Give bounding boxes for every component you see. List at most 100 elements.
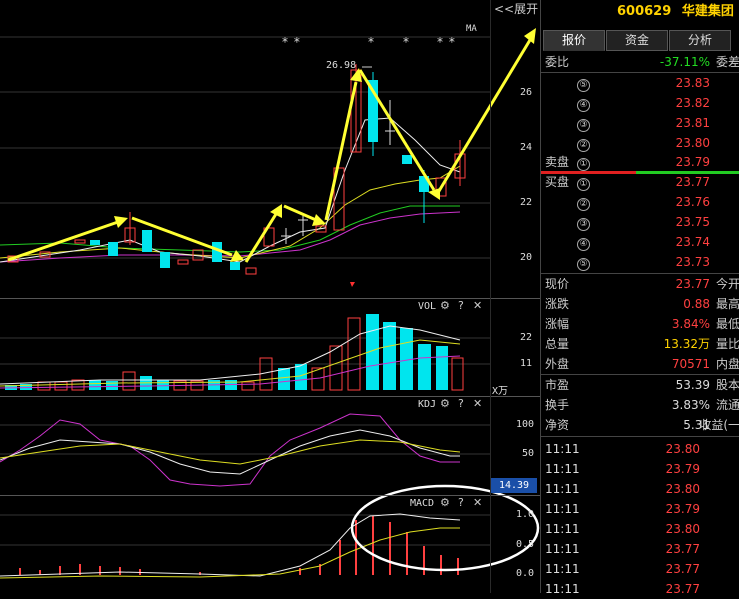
vol-axis-label: 11 [520,358,533,369]
bid-row[interactable]: ④ 23.74 [541,232,739,252]
weibi-label: 委比 [545,55,570,69]
fund-value: 53.39 [675,378,710,392]
weicha-label: 委差 [715,55,739,69]
tick-price: 23.79 [665,462,700,476]
level-3-icon: ③ [577,119,590,132]
bid-row[interactable]: ③ 23.75 [541,212,739,232]
ask-price: 23.83 [675,76,710,90]
level-1-icon: ① [577,158,590,171]
fund-label: 换手 [545,398,570,412]
marker-triangle [350,282,355,287]
candles [7,64,466,275]
gear-icon[interactable]: ⚙ [440,299,450,312]
quote-value: 13.32万 [663,337,710,351]
quote-label: 涨跌 [545,297,570,311]
arrow-line [7,220,119,262]
quote-panel: 600629 华建集团 报价 资金 分析 委比 -37.11% 委差 ⑤ 23.… [540,0,739,596]
fund-label2: 股本 [715,378,739,392]
quote-value: 70571 [671,357,710,371]
tick-row: 11:11 23.77 [541,559,739,579]
y-axis-divider [490,0,491,593]
macd-panel-label: MACD [410,498,435,509]
candle-down [142,230,152,252]
volume-bar [122,371,136,391]
vol-unit-label: X万 [492,386,509,397]
tick-time: 11:11 [545,562,580,576]
help-icon[interactable]: ? [458,299,464,312]
candle-down [108,242,118,256]
quote-row: 现价 23.77 今开 [541,274,739,294]
quote-row: 涨跌 0.88 最高 [541,294,739,314]
volume-bar [106,381,118,390]
quote-label2: 最低 [715,317,739,331]
quote-label2: 最高 [715,297,739,311]
candle-down [160,252,170,268]
gear-icon[interactable]: ⚙ [440,496,450,509]
tick-time: 11:11 [545,482,580,496]
kdj-axis-label: 100 [516,419,535,430]
ask-row[interactable]: ③ 23.81 [541,113,739,133]
quote-row: 涨幅 3.84% 最低 [541,314,739,334]
bid-row[interactable]: ② 23.76 [541,192,739,212]
bid-row[interactable]: 买盘 ① 23.77 [541,172,739,192]
volume-bar [329,345,343,391]
level-5-icon: ⑤ [577,79,590,92]
volume-bar [451,357,464,391]
star-marker: * * [437,35,456,49]
candle-down [230,262,240,270]
tab-analysis[interactable]: 分析 [669,30,731,51]
volume-bar [295,364,307,390]
close-icon[interactable]: ✕ [473,397,482,410]
tab-funds[interactable]: 资金 [606,30,668,51]
level-3-icon: ③ [577,218,590,231]
ask-price: 23.79 [675,155,710,169]
ask-row[interactable]: 卖盘 ① 23.79 [541,152,739,172]
quote-label: 总量 [545,337,570,351]
help-icon[interactable]: ? [458,496,464,509]
tab-bar: 报价 资金 分析 [543,30,732,51]
tick-price: 23.77 [665,542,700,556]
expand-button[interactable]: <<展开 [494,0,538,17]
ask-row[interactable]: ② 23.80 [541,133,739,153]
quote-value: 0.88 [683,297,710,311]
quote-label2: 量比 [715,337,739,351]
tick-time: 11:11 [545,462,580,476]
candle-up [177,259,189,265]
bid-price: 23.73 [675,255,710,269]
y-axis-label: 22 [520,197,533,208]
candle-up [74,239,86,244]
fund-label: 净资 [545,418,570,432]
bid-price: 23.76 [675,195,710,209]
volume-bar [278,368,290,390]
tick-price: 23.79 [665,502,700,516]
stock-header: 600629 华建集团 [541,0,739,24]
arrow-line [244,213,278,263]
close-icon[interactable]: ✕ [473,496,482,509]
bid-row[interactable]: ⑤ 23.73 [541,252,739,272]
level-2-icon: ② [577,198,590,211]
ask-price: 23.80 [675,136,710,150]
star-marker: * [368,35,375,49]
ma-label: MA [466,24,477,34]
ask-row[interactable]: ④ 23.82 [541,93,739,113]
tick-price: 23.80 [665,442,700,456]
ask-row[interactable]: ⑤ 23.83 [541,73,739,93]
bid-price: 23.75 [675,215,710,229]
vol-panel-label: VOL [418,301,437,312]
tick-time: 11:11 [545,442,580,456]
tick-time: 11:11 [545,542,580,556]
close-icon[interactable]: ✕ [473,299,482,312]
help-icon[interactable]: ? [458,397,464,410]
kdj-panel-label: KDJ [418,399,437,410]
kdj-axis-label: 50 [522,448,535,459]
sell-label: 卖盘 [545,155,570,169]
tick-time: 11:11 [545,582,580,596]
gear-icon[interactable]: ⚙ [440,397,450,410]
stock-name: 华建集团 [681,4,734,19]
bid-price: 23.74 [675,235,710,249]
arrow-line [283,204,317,222]
tab-quote[interactable]: 报价 [543,30,605,51]
volume-bar [347,317,361,391]
tick-price: 23.80 [665,522,700,536]
candle-down [90,240,100,245]
